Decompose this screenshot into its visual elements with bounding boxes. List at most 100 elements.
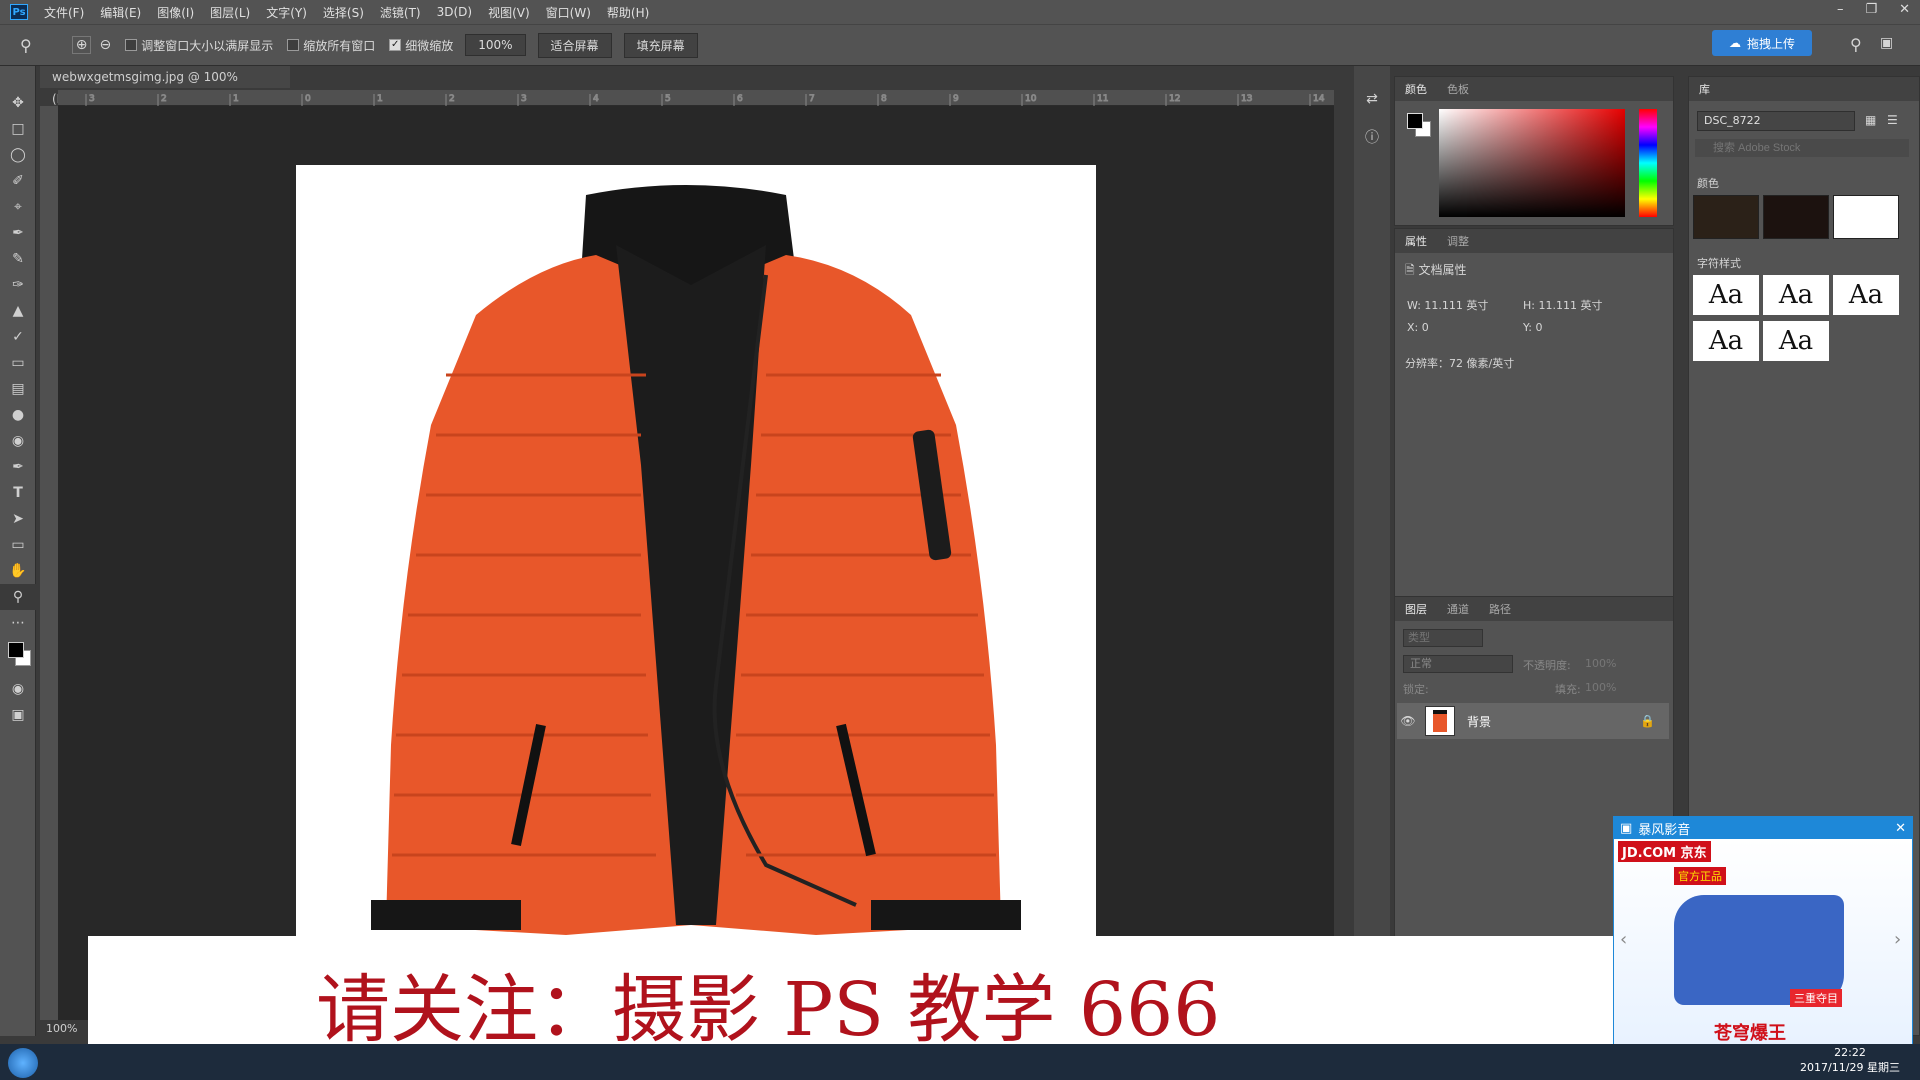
screen-mode-icon[interactable]: ▣ (0, 702, 36, 728)
rectangle-tool-icon[interactable]: ▭ (0, 532, 36, 558)
history-icon[interactable]: ⇄ (1354, 86, 1390, 112)
search-icon[interactable]: ⚲ (1850, 35, 1862, 54)
color-swatches[interactable] (0, 636, 36, 676)
blur-tool-icon[interactable]: ● (0, 402, 36, 428)
ad-popup[interactable]: ▣ 暴风影音 ✕ JD.COM 京东 官方正品 三重夺目 苍穹爆王 ‹ › (1613, 816, 1913, 1048)
zoom-status[interactable]: 100% (46, 1022, 77, 1035)
library-select[interactable]: DSC_8722 (1697, 111, 1855, 131)
stamp-tool-icon[interactable]: ▲ (0, 298, 36, 324)
zoom-all-checkbox[interactable] (287, 39, 300, 51)
opacity-value[interactable]: 100% (1585, 657, 1616, 670)
close-icon[interactable]: ✕ (1899, 2, 1910, 17)
zoom-value-button[interactable]: 100% (465, 34, 526, 56)
hue-slider[interactable] (1639, 109, 1657, 217)
lasso-tool-icon[interactable]: ◯ (0, 142, 36, 168)
fit-screen-button[interactable]: 适合屏幕 (537, 32, 612, 58)
document-canvas[interactable] (296, 165, 1096, 945)
layer-row-background[interactable]: 👁 背景 🔒 (1397, 703, 1669, 739)
hand-tool-icon[interactable]: ✋ (0, 558, 36, 584)
ad-next-icon[interactable]: › (1894, 929, 1901, 950)
zoom-tool-icon[interactable]: ⚲ (20, 36, 32, 55)
char-style-4[interactable]: Aa (1693, 321, 1759, 361)
char-style-1[interactable]: Aa (1693, 275, 1759, 315)
library-color-1[interactable] (1693, 195, 1759, 239)
grid-view-icon[interactable]: ▦ (1865, 113, 1876, 127)
libraries-panel-tabs: 库 (1689, 77, 1919, 101)
zoom-all-option[interactable]: 缩放所有窗口 (287, 37, 375, 54)
clock[interactable]: 22:22 2017/11/29 星期三 (1790, 1046, 1910, 1075)
start-button[interactable] (8, 1048, 38, 1078)
type-tool-icon[interactable]: T (0, 480, 36, 506)
eraser-tool-icon[interactable]: ▭ (0, 350, 36, 376)
zoom-out-icon[interactable]: ⊖ (99, 37, 111, 53)
stock-search-input[interactable] (1695, 139, 1909, 157)
maximize-icon[interactable]: ❐ (1865, 2, 1877, 17)
eye-icon[interactable]: 👁 (1397, 714, 1419, 728)
color-field[interactable] (1439, 109, 1625, 217)
fill-value[interactable]: 100% (1585, 681, 1616, 694)
scrubby-zoom-checkbox[interactable]: ✓ (389, 39, 402, 51)
char-style-2[interactable]: Aa (1763, 275, 1829, 315)
tab-color[interactable]: 颜色 (1405, 81, 1427, 97)
dodge-tool-icon[interactable]: ◉ (0, 428, 36, 454)
zoom-tool-active-icon[interactable]: ⚲ (0, 584, 36, 610)
layer-filter-input[interactable] (1403, 629, 1483, 647)
char-style-3[interactable]: Aa (1833, 275, 1899, 315)
menu-help[interactable]: 帮助(H) (599, 4, 657, 21)
minimize-icon[interactable]: – (1837, 2, 1844, 17)
crop-tool-icon[interactable]: ⌖ (0, 194, 36, 220)
list-view-icon[interactable]: ☰ (1887, 113, 1898, 127)
menu-3d[interactable]: 3D(D) (429, 5, 480, 19)
menu-view[interactable]: 视图(V) (480, 4, 538, 21)
blend-mode-select[interactable]: 正常 (1403, 655, 1513, 673)
menu-layer[interactable]: 图层(L) (202, 4, 258, 21)
photoshop-logo: Ps (10, 4, 28, 20)
tab-swatches[interactable]: 色板 (1447, 81, 1469, 97)
tab-libraries[interactable]: 库 (1699, 81, 1710, 97)
quick-mask-icon[interactable]: ◉ (0, 676, 36, 702)
upload-button[interactable]: ☁ 拖拽上传 (1712, 30, 1812, 56)
fill-screen-button[interactable]: 填充屏幕 (623, 32, 698, 58)
path-select-tool-icon[interactable]: ➤ (0, 506, 36, 532)
workspace-icon[interactable]: ▣ (1880, 35, 1893, 51)
char-style-5[interactable]: Aa (1763, 321, 1829, 361)
resize-window-checkbox[interactable] (125, 39, 138, 51)
ad-content[interactable]: JD.COM 京东 官方正品 三重夺目 苍穹爆王 ‹ › (1614, 839, 1912, 1047)
healing-tool-icon[interactable]: ✎ (0, 246, 36, 272)
menu-file[interactable]: 文件(F) (36, 4, 92, 21)
upload-label: 拖拽上传 (1746, 36, 1795, 51)
brush-tool-icon[interactable]: ✑ (0, 272, 36, 298)
foreground-color[interactable] (8, 642, 24, 658)
ruler-tick-label: 2 (449, 94, 455, 104)
lock-icon[interactable]: 🔒 (1640, 714, 1655, 728)
eyedropper-tool-icon[interactable]: ✒ (0, 220, 36, 246)
zoom-in-icon[interactable]: ⊕ (71, 36, 92, 54)
info-icon[interactable]: ⓘ (1354, 124, 1390, 150)
library-color-3[interactable] (1833, 195, 1899, 239)
popup-close-icon[interactable]: ✕ (1895, 821, 1906, 836)
scrubby-zoom-option[interactable]: ✓ 细微缩放 (389, 37, 453, 54)
tab-channels[interactable]: 通道 (1447, 601, 1469, 617)
marquee-tool-icon[interactable]: □ (0, 116, 36, 142)
more-tools-icon[interactable]: ⋯ (0, 610, 36, 636)
history-brush-icon[interactable]: ✓ (0, 324, 36, 350)
menu-filter[interactable]: 滤镜(T) (372, 4, 429, 21)
move-tool-icon[interactable]: ✥ (0, 90, 36, 116)
ad-prev-icon[interactable]: ‹ (1620, 929, 1627, 950)
resize-window-option[interactable]: 调整窗口大小以满屏显示 (125, 37, 273, 54)
menu-image[interactable]: 图像(I) (149, 4, 202, 21)
menu-window[interactable]: 窗口(W) (538, 4, 599, 21)
quick-select-tool-icon[interactable]: ✐ (0, 168, 36, 194)
tab-layers[interactable]: 图层 (1405, 601, 1427, 617)
panel-foreground-color[interactable] (1407, 113, 1423, 129)
pen-tool-icon[interactable]: ✒ (0, 454, 36, 480)
tab-properties[interactable]: 属性 (1405, 233, 1427, 249)
menu-edit[interactable]: 编辑(E) (92, 4, 149, 21)
library-color-2[interactable] (1763, 195, 1829, 239)
document-tab[interactable]: webwxgetmsgimg.jpg @ 100%(RGB/8#) × (40, 66, 290, 106)
menu-select[interactable]: 选择(S) (315, 4, 372, 21)
menu-type[interactable]: 文字(Y) (258, 4, 315, 21)
gradient-tool-icon[interactable]: ▤ (0, 376, 36, 402)
tab-adjustments[interactable]: 调整 (1447, 233, 1469, 249)
tab-paths[interactable]: 路径 (1489, 601, 1511, 617)
